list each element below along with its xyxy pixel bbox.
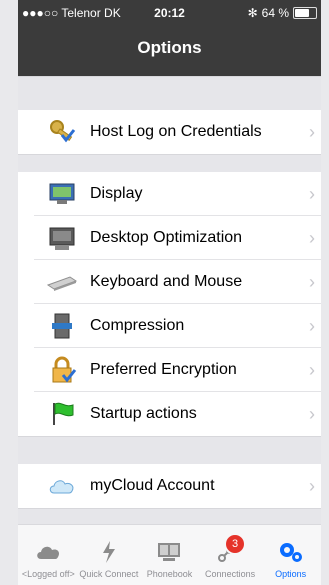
- chevron-right-icon: ›: [309, 271, 315, 292]
- tab-phonebook[interactable]: Phonebook: [139, 525, 199, 585]
- left-edge: [0, 0, 19, 585]
- section-separator: [18, 154, 321, 174]
- cloud-icon: [46, 470, 78, 502]
- desktop-optimization-icon: [46, 222, 78, 254]
- tab-label: Options: [275, 569, 307, 579]
- options-row-startup-actions[interactable]: Startup actions ›: [18, 392, 321, 436]
- tab-label: Phonebook: [146, 569, 193, 579]
- section-separator: [18, 76, 321, 112]
- battery-icon: [293, 7, 317, 19]
- options-row-preferred-encryption[interactable]: Preferred Encryption ›: [18, 348, 321, 392]
- compression-icon: [46, 310, 78, 342]
- chevron-right-icon: ›: [309, 315, 315, 336]
- chevron-right-icon: ›: [309, 227, 315, 248]
- screen: ●●●○○ Telenor DK 20:12 ✻ 64 % Options Ho…: [0, 0, 329, 585]
- chevron-right-icon: ›: [309, 183, 315, 204]
- notification-badge: 3: [224, 533, 247, 555]
- options-row-display[interactable]: Display ›: [18, 172, 321, 216]
- battery-status: ✻ 64 %: [248, 6, 317, 20]
- right-edge: [320, 0, 329, 585]
- flag-icon: [46, 398, 78, 430]
- status-bar: ●●●○○ Telenor DK 20:12 ✻ 64 %: [18, 6, 321, 22]
- page-title: Options: [137, 38, 202, 57]
- section-separator: [18, 436, 321, 466]
- row-label: Host Log on Credentials: [90, 123, 262, 140]
- row-label: myCloud Account: [90, 477, 215, 494]
- tab-connections[interactable]: 3 Connections: [200, 525, 260, 585]
- chevron-right-icon: ›: [309, 403, 315, 424]
- phonebook-icon: [154, 539, 184, 565]
- navigation-bar: ●●●○○ Telenor DK 20:12 ✻ 64 % Options: [18, 0, 321, 76]
- battery-percent: 64 %: [261, 6, 289, 20]
- row-label: Startup actions: [90, 405, 197, 422]
- chevron-right-icon: ›: [309, 475, 315, 496]
- tab-label: Connections: [205, 569, 256, 579]
- options-row-keyboard-and-mouse[interactable]: Keyboard and Mouse ›: [18, 260, 321, 304]
- row-label: Compression: [90, 317, 185, 334]
- options-screen: ●●●○○ Telenor DK 20:12 ✻ 64 % Options Ho…: [18, 0, 321, 585]
- bluetooth-icon: ✻: [247, 6, 258, 20]
- tab-quick-connect[interactable]: Quick Connect: [79, 525, 139, 585]
- row-label: Keyboard and Mouse: [90, 273, 243, 290]
- tab-bar: <Logged off> Quick Connect Phonebook 3 C…: [18, 524, 321, 585]
- row-label: Display: [90, 185, 143, 202]
- tab-label: Quick Connect: [79, 569, 139, 579]
- row-label: Preferred Encryption: [90, 361, 237, 378]
- row-label: Desktop Optimization: [90, 229, 243, 246]
- chevron-right-icon: ›: [309, 359, 315, 380]
- monitor-icon: [46, 178, 78, 210]
- tab-label: <Logged off>: [21, 569, 75, 579]
- chevron-right-icon: ›: [309, 121, 315, 142]
- options-row-desktop-optimization[interactable]: Desktop Optimization ›: [18, 216, 321, 260]
- options-row-compression[interactable]: Compression ›: [18, 304, 321, 348]
- keys-icon: [46, 116, 78, 148]
- lock-icon: [46, 354, 78, 386]
- options-row-mycloud-account[interactable]: myCloud Account ›: [18, 464, 321, 508]
- keyboard-icon: [46, 266, 78, 298]
- tab-options[interactable]: Options: [261, 525, 321, 585]
- options-row-host-log-on-credentials[interactable]: Host Log on Credentials ›: [18, 110, 321, 154]
- lightning-icon: [94, 539, 124, 565]
- tab-logged-off[interactable]: <Logged off>: [18, 525, 78, 585]
- cloud-icon: [33, 539, 63, 565]
- gears-icon: [276, 539, 306, 565]
